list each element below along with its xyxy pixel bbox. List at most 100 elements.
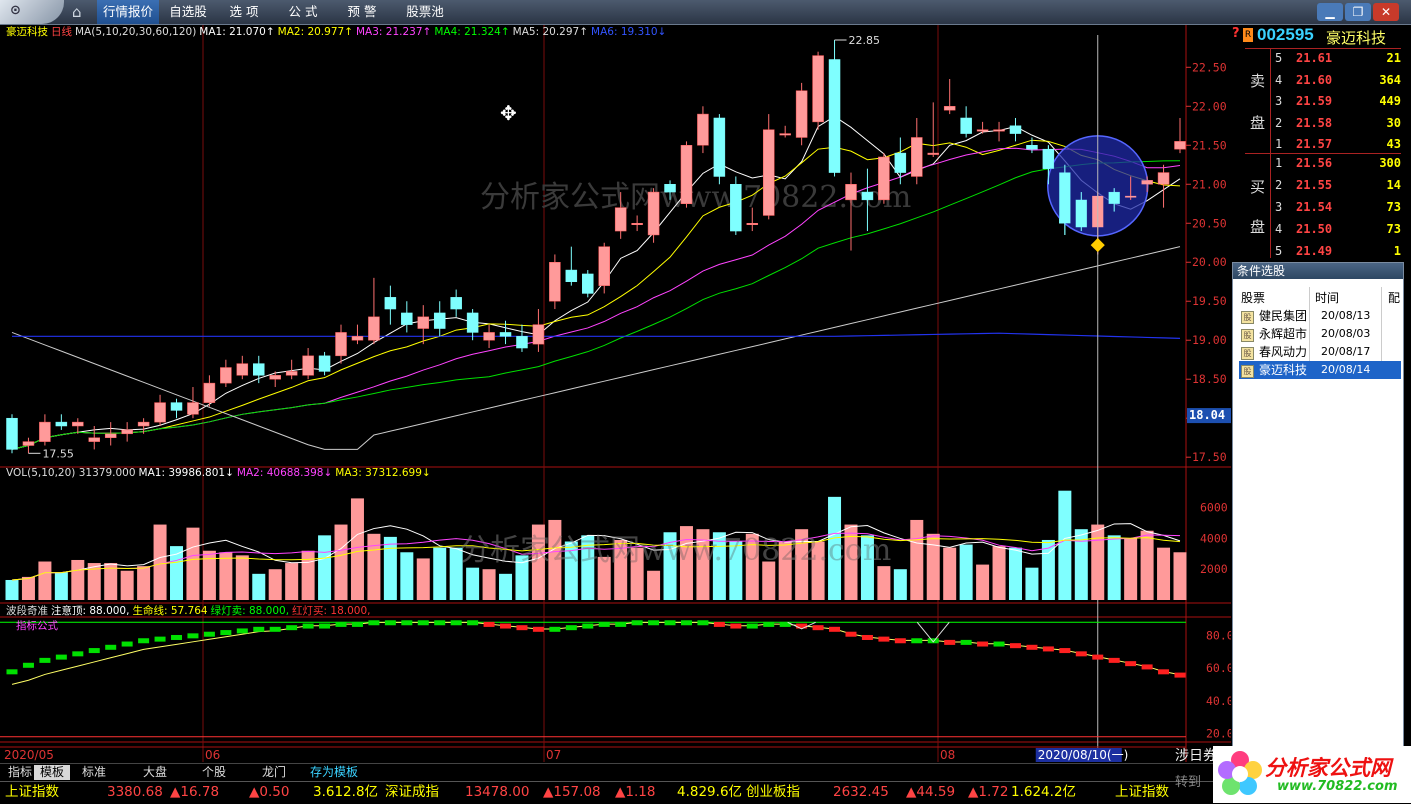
- candle-body: [351, 336, 364, 341]
- chart-area[interactable]: 分析家公式网www.70822.com分析家公式网www.70822.com22…: [0, 25, 1234, 762]
- price-tick-label: 21.00: [1192, 177, 1227, 191]
- price-info-line: 豪迈科技 日线 MA(5,10,20,30,60,120) MA1: 21.070↑ M…: [6, 25, 672, 39]
- candle-body: [1157, 172, 1170, 185]
- bottom-tab-7[interactable]: 存为模板: [304, 765, 364, 780]
- help-icon[interactable]: ?: [1232, 26, 1240, 41]
- ind-block: [220, 630, 232, 636]
- ind-block: [861, 634, 873, 640]
- maximize-icon[interactable]: ❐: [1345, 3, 1371, 21]
- menu-stock-pool[interactable]: 股票池: [394, 0, 456, 24]
- ind-block: [22, 662, 34, 668]
- minimize-icon[interactable]: ▁: [1317, 3, 1343, 21]
- menu-options[interactable]: 选 项: [217, 0, 271, 24]
- sell-row-5[interactable]: 5 21.61 21: [1270, 50, 1401, 67]
- menu-alert[interactable]: 预 警: [335, 0, 389, 24]
- result-row[interactable]: 股春风动力 20/08/17: [1239, 343, 1401, 361]
- ind-block: [1125, 661, 1137, 667]
- candle-body: [812, 55, 824, 123]
- price-tick-label: 20.00: [1192, 255, 1227, 269]
- result-row[interactable]: 股永辉超市 20/08/03: [1239, 325, 1401, 343]
- ticker-item[interactable]: 上证指数: [5, 782, 59, 802]
- app-logo: ⊙: [0, 0, 64, 24]
- bottom-tab-1[interactable]: 指标: [2, 765, 38, 780]
- candle-body: [614, 207, 627, 232]
- sell-row-1[interactable]: 1 21.57 43: [1270, 136, 1401, 153]
- sell-row-4[interactable]: 4 21.60 364: [1270, 72, 1401, 89]
- home-icon[interactable]: ⌂: [72, 3, 82, 21]
- ind-block: [845, 631, 857, 637]
- ticker-item[interactable]: ▲0.50: [249, 782, 289, 802]
- volume-bar: [1025, 567, 1039, 600]
- buy-row-5[interactable]: 5 21.49 1: [1270, 243, 1401, 260]
- ind-value-3: 绿灯卖: 88.000,: [210, 605, 290, 617]
- menu-watchlist[interactable]: 自选股: [160, 0, 216, 24]
- menu-formula[interactable]: 公 式: [276, 0, 330, 24]
- bottom-tab-5[interactable]: 个股: [196, 765, 232, 780]
- buy-row-3[interactable]: 3 21.54 73: [1270, 199, 1401, 216]
- col-time[interactable]: 时间: [1315, 289, 1339, 306]
- stock-icon: 股: [1241, 311, 1254, 324]
- ma-value-1: MA1: 21.070↑: [199, 26, 275, 38]
- r-badge-icon[interactable]: R: [1243, 28, 1253, 42]
- ind-tick-label: 20.0: [1206, 726, 1231, 740]
- brand-url[interactable]: www.70822.com: [1277, 779, 1398, 794]
- goto-button[interactable]: 转到: [1175, 771, 1201, 790]
- kline-chart[interactable]: 分析家公式网www.70822.com分析家公式网www.70822.com22…: [0, 25, 1234, 762]
- vol-ma-value-2: MA2: 40688.398↓: [236, 467, 333, 479]
- ticker-item[interactable]: ▲16.78: [170, 782, 219, 802]
- ticker-item[interactable]: 2632.45: [833, 782, 889, 802]
- ticker-item[interactable]: 3.612.8亿: [313, 782, 378, 802]
- ticker-item[interactable]: 4.829.6亿: [677, 782, 742, 802]
- sell-level: 4: [1275, 72, 1283, 87]
- move-cursor-icon: ✥: [500, 101, 517, 125]
- volume-bar: [54, 572, 68, 600]
- ticker-item[interactable]: ▲1.18: [615, 782, 655, 802]
- candle-body: [861, 191, 874, 201]
- sell-row-3[interactable]: 3 21.59 449: [1270, 93, 1401, 110]
- bottom-tab-6[interactable]: 龙门: [256, 765, 292, 780]
- volume-bar: [268, 569, 282, 600]
- col-match[interactable]: 配: [1388, 289, 1400, 306]
- candle-body: [1174, 141, 1186, 150]
- close-icon[interactable]: ✕: [1373, 3, 1399, 21]
- volume-bar: [334, 524, 348, 600]
- ticker-item[interactable]: 上证指数: [1115, 782, 1169, 802]
- sell-volume: 43: [1386, 137, 1401, 151]
- candle-body: [713, 117, 726, 177]
- volume-bar: [466, 567, 480, 600]
- bottom-tab-4[interactable]: 大盘: [137, 765, 173, 780]
- candle-body: [335, 332, 347, 357]
- candle-body: [401, 312, 413, 325]
- result-date: 20/08/03: [1321, 327, 1371, 340]
- candle-body: [170, 402, 183, 411]
- ind-block: [417, 620, 429, 626]
- ind-block: [1075, 651, 1087, 657]
- bottom-tab-2[interactable]: 模板: [34, 765, 71, 780]
- ticker-item[interactable]: 1.624.2亿: [1011, 782, 1076, 802]
- price-tick-label: 22.00: [1192, 99, 1227, 113]
- ind-block: [236, 628, 248, 634]
- sell-price: 21.61: [1296, 51, 1333, 65]
- chart-bg: [0, 25, 1231, 762]
- buy-row-1[interactable]: 1 21.56 300: [1270, 155, 1401, 172]
- ticker-item[interactable]: ▲44.59: [906, 782, 955, 802]
- ticker-item[interactable]: 深证成指: [385, 782, 439, 802]
- result-row[interactable]: 股健民集团 20/08/13: [1239, 307, 1401, 325]
- col-stock[interactable]: 股票: [1241, 289, 1265, 306]
- ticker-item[interactable]: ▲157.08: [543, 782, 601, 802]
- buy-row-2[interactable]: 2 21.55 14: [1270, 177, 1401, 194]
- menu-quotes[interactable]: 行情报价: [97, 0, 159, 24]
- ticker-item[interactable]: 创业板指: [746, 782, 800, 802]
- ind-block: [187, 633, 199, 639]
- ticker-item[interactable]: ▲1.72: [968, 782, 1008, 802]
- ind-block: [1092, 654, 1104, 660]
- result-row[interactable]: 股豪迈科技 20/08/14: [1239, 361, 1401, 379]
- ind-block: [1141, 664, 1153, 670]
- ind-block: [1059, 648, 1071, 654]
- ticker-item[interactable]: 13478.00: [465, 782, 529, 802]
- buy-row-4[interactable]: 4 21.50 73: [1270, 221, 1401, 238]
- ticker-item[interactable]: 3380.68: [107, 782, 163, 802]
- price-tick-label: 19.00: [1192, 333, 1227, 347]
- sell-row-2[interactable]: 2 21.58 30: [1270, 115, 1401, 132]
- bottom-tab-3[interactable]: 标准: [76, 765, 112, 780]
